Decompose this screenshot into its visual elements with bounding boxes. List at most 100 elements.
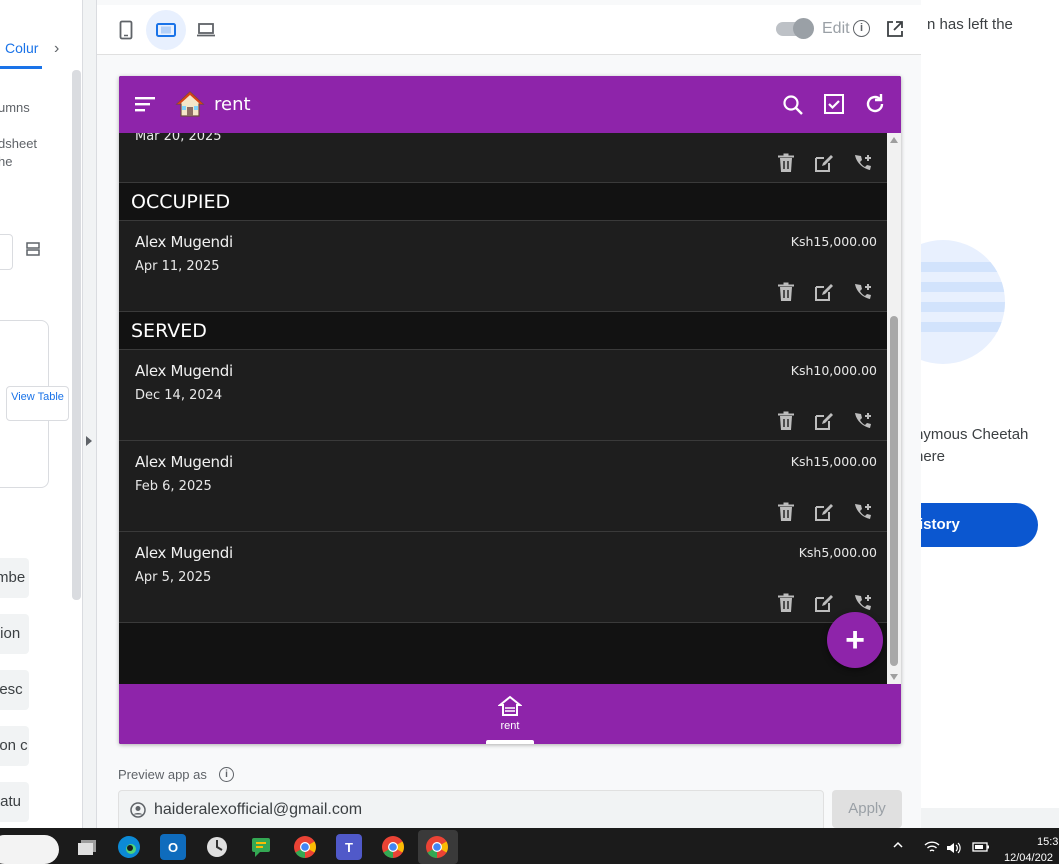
anonymous-user-text: nymous Cheetah here: [921, 424, 1028, 468]
list-item[interactable]: Alex Mugendi Apr 5, 2025 Ksh5,000.00: [119, 532, 887, 623]
list-item[interactable]: Alex Mugendi Feb 6, 2025 Ksh15,000.00: [119, 441, 887, 532]
device-phone-button[interactable]: [106, 10, 146, 50]
edge-browser-icon[interactable]: [116, 834, 142, 860]
record-list[interactable]: Mar 20, 2025 OCCUPIED Alex Mugendi Apr 1…: [119, 133, 887, 684]
add-call-icon[interactable]: [851, 501, 873, 523]
chrome-icon[interactable]: [292, 834, 318, 860]
outlook-icon[interactable]: O: [160, 834, 186, 860]
activity-message: n has left the: [927, 16, 1013, 33]
windows-taskbar: O T 15:3 12/04/202: [0, 828, 1059, 864]
record-actions: [775, 501, 873, 523]
edit-icon[interactable]: [813, 281, 835, 303]
group-header: SERVED: [119, 312, 887, 350]
record-amount: Ksh10,000.00: [790, 363, 877, 378]
chrome-active-icon[interactable]: [424, 834, 450, 860]
scroll-up-arrow-icon[interactable]: [890, 137, 898, 143]
refresh-icon[interactable]: [863, 92, 887, 116]
group-label: OCCUPIED: [131, 191, 231, 213]
layout-option[interactable]: [0, 234, 13, 270]
tab-columns[interactable]: Colur: [5, 40, 38, 56]
delete-icon[interactable]: [775, 592, 797, 614]
add-call-icon[interactable]: [851, 592, 873, 614]
column-chip[interactable]: mbe: [0, 558, 29, 598]
delete-icon[interactable]: [775, 410, 797, 432]
open-in-new-icon[interactable]: [885, 19, 905, 39]
device-tablet-button[interactable]: [146, 10, 186, 50]
device-desktop-button[interactable]: [186, 10, 226, 50]
checkbox-icon[interactable]: [823, 93, 845, 115]
group-header: OCCUPIED: [119, 183, 887, 221]
edit-icon[interactable]: [813, 592, 835, 614]
record-actions: [775, 592, 873, 614]
preview-email-field[interactable]: haideralexofficial@gmail.com: [118, 790, 824, 830]
account-circle-icon: [130, 802, 146, 818]
chevron-right-icon[interactable]: ›: [54, 40, 59, 58]
app-header: rent: [119, 76, 901, 133]
info-icon[interactable]: i: [219, 767, 234, 782]
add-record-button[interactable]: +: [827, 612, 883, 668]
record-date: Apr 11, 2025: [135, 259, 220, 274]
delete-icon[interactable]: [775, 152, 797, 174]
scroll-down-arrow-icon[interactable]: [890, 674, 898, 680]
nav-item-rent[interactable]: rent: [489, 720, 531, 732]
wifi-icon[interactable]: [924, 840, 940, 854]
list-item[interactable]: Mar 20, 2025: [119, 133, 887, 183]
column-chip[interactable]: tatu: [0, 782, 29, 822]
preview-toolbar: Edit i: [97, 5, 922, 55]
add-call-icon[interactable]: [851, 410, 873, 432]
record-date: Apr 5, 2025: [135, 570, 212, 585]
add-call-icon[interactable]: [851, 281, 873, 303]
clock-app-icon[interactable]: [204, 834, 230, 860]
rows-layout-icon[interactable]: [26, 241, 40, 257]
app-title: rent: [214, 94, 251, 115]
laptop-icon: [197, 23, 215, 37]
speaker-icon[interactable]: [946, 841, 962, 855]
phone-icon: [119, 20, 133, 40]
edit-toggle-knob[interactable]: [793, 18, 814, 39]
column-chip[interactable]: tion: [0, 614, 29, 654]
edit-icon[interactable]: [813, 501, 835, 523]
record-name: Alex Mugendi: [135, 453, 233, 471]
activity-panel: n has left the nymous Cheetah here istor…: [921, 0, 1059, 808]
list-item[interactable]: Alex Mugendi Apr 11, 2025 Ksh15,000.00: [119, 221, 887, 312]
edit-icon[interactable]: [813, 410, 835, 432]
info-icon[interactable]: i: [853, 20, 870, 37]
record-name: Alex Mugendi: [135, 233, 233, 251]
battery-icon[interactable]: [972, 841, 990, 853]
collapse-arrow-icon[interactable]: [86, 436, 92, 446]
apply-button[interactable]: Apply: [832, 790, 902, 828]
record-amount: Ksh5,000.00: [798, 545, 877, 560]
clock-time[interactable]: 15:3: [1037, 836, 1058, 848]
active-tab-indicator: [0, 66, 42, 69]
anonymous-user-subtext: here: [921, 448, 946, 465]
chat-app-icon[interactable]: [248, 834, 274, 860]
editor-side-panel: Colur › umns dsheet he View Table mbe ti…: [0, 0, 83, 828]
add-call-icon[interactable]: [851, 152, 873, 174]
list-scrollbar[interactable]: [887, 133, 901, 684]
delete-icon[interactable]: [775, 281, 797, 303]
app-preview-frame: rent Mar 20, 2025 OCCUPIED Alex Mugendi …: [119, 76, 901, 744]
panel-text: umns: [0, 100, 30, 115]
history-button[interactable]: istory: [921, 503, 1038, 547]
chrome-profile-icon[interactable]: [380, 834, 406, 860]
record-date: Feb 6, 2025: [135, 479, 212, 494]
teams-icon[interactable]: T: [336, 834, 362, 860]
scrollbar-thumb[interactable]: [890, 316, 898, 666]
task-view-icon[interactable]: [74, 834, 100, 860]
column-chip[interactable]: lesc: [0, 670, 29, 710]
clock-date[interactable]: 12/04/202: [1004, 852, 1053, 864]
search-icon[interactable]: [781, 93, 805, 117]
list-item[interactable]: Alex Mugendi Dec 14, 2024 Ksh10,000.00: [119, 350, 887, 441]
bottom-navigation: rent: [119, 684, 901, 744]
panel-divider: [83, 0, 96, 828]
menu-icon[interactable]: [135, 95, 155, 113]
anonymous-user-name: nymous Cheetah: [921, 426, 1029, 443]
edit-icon[interactable]: [813, 152, 835, 174]
chevron-up-icon[interactable]: [893, 840, 903, 850]
view-table-button[interactable]: View Table: [6, 386, 69, 421]
panel-scrollbar[interactable]: [72, 70, 81, 600]
column-chip[interactable]: ion c: [0, 726, 29, 766]
delete-icon[interactable]: [775, 501, 797, 523]
home-nav-icon[interactable]: [498, 695, 522, 717]
taskbar-search-box[interactable]: [0, 835, 59, 864]
